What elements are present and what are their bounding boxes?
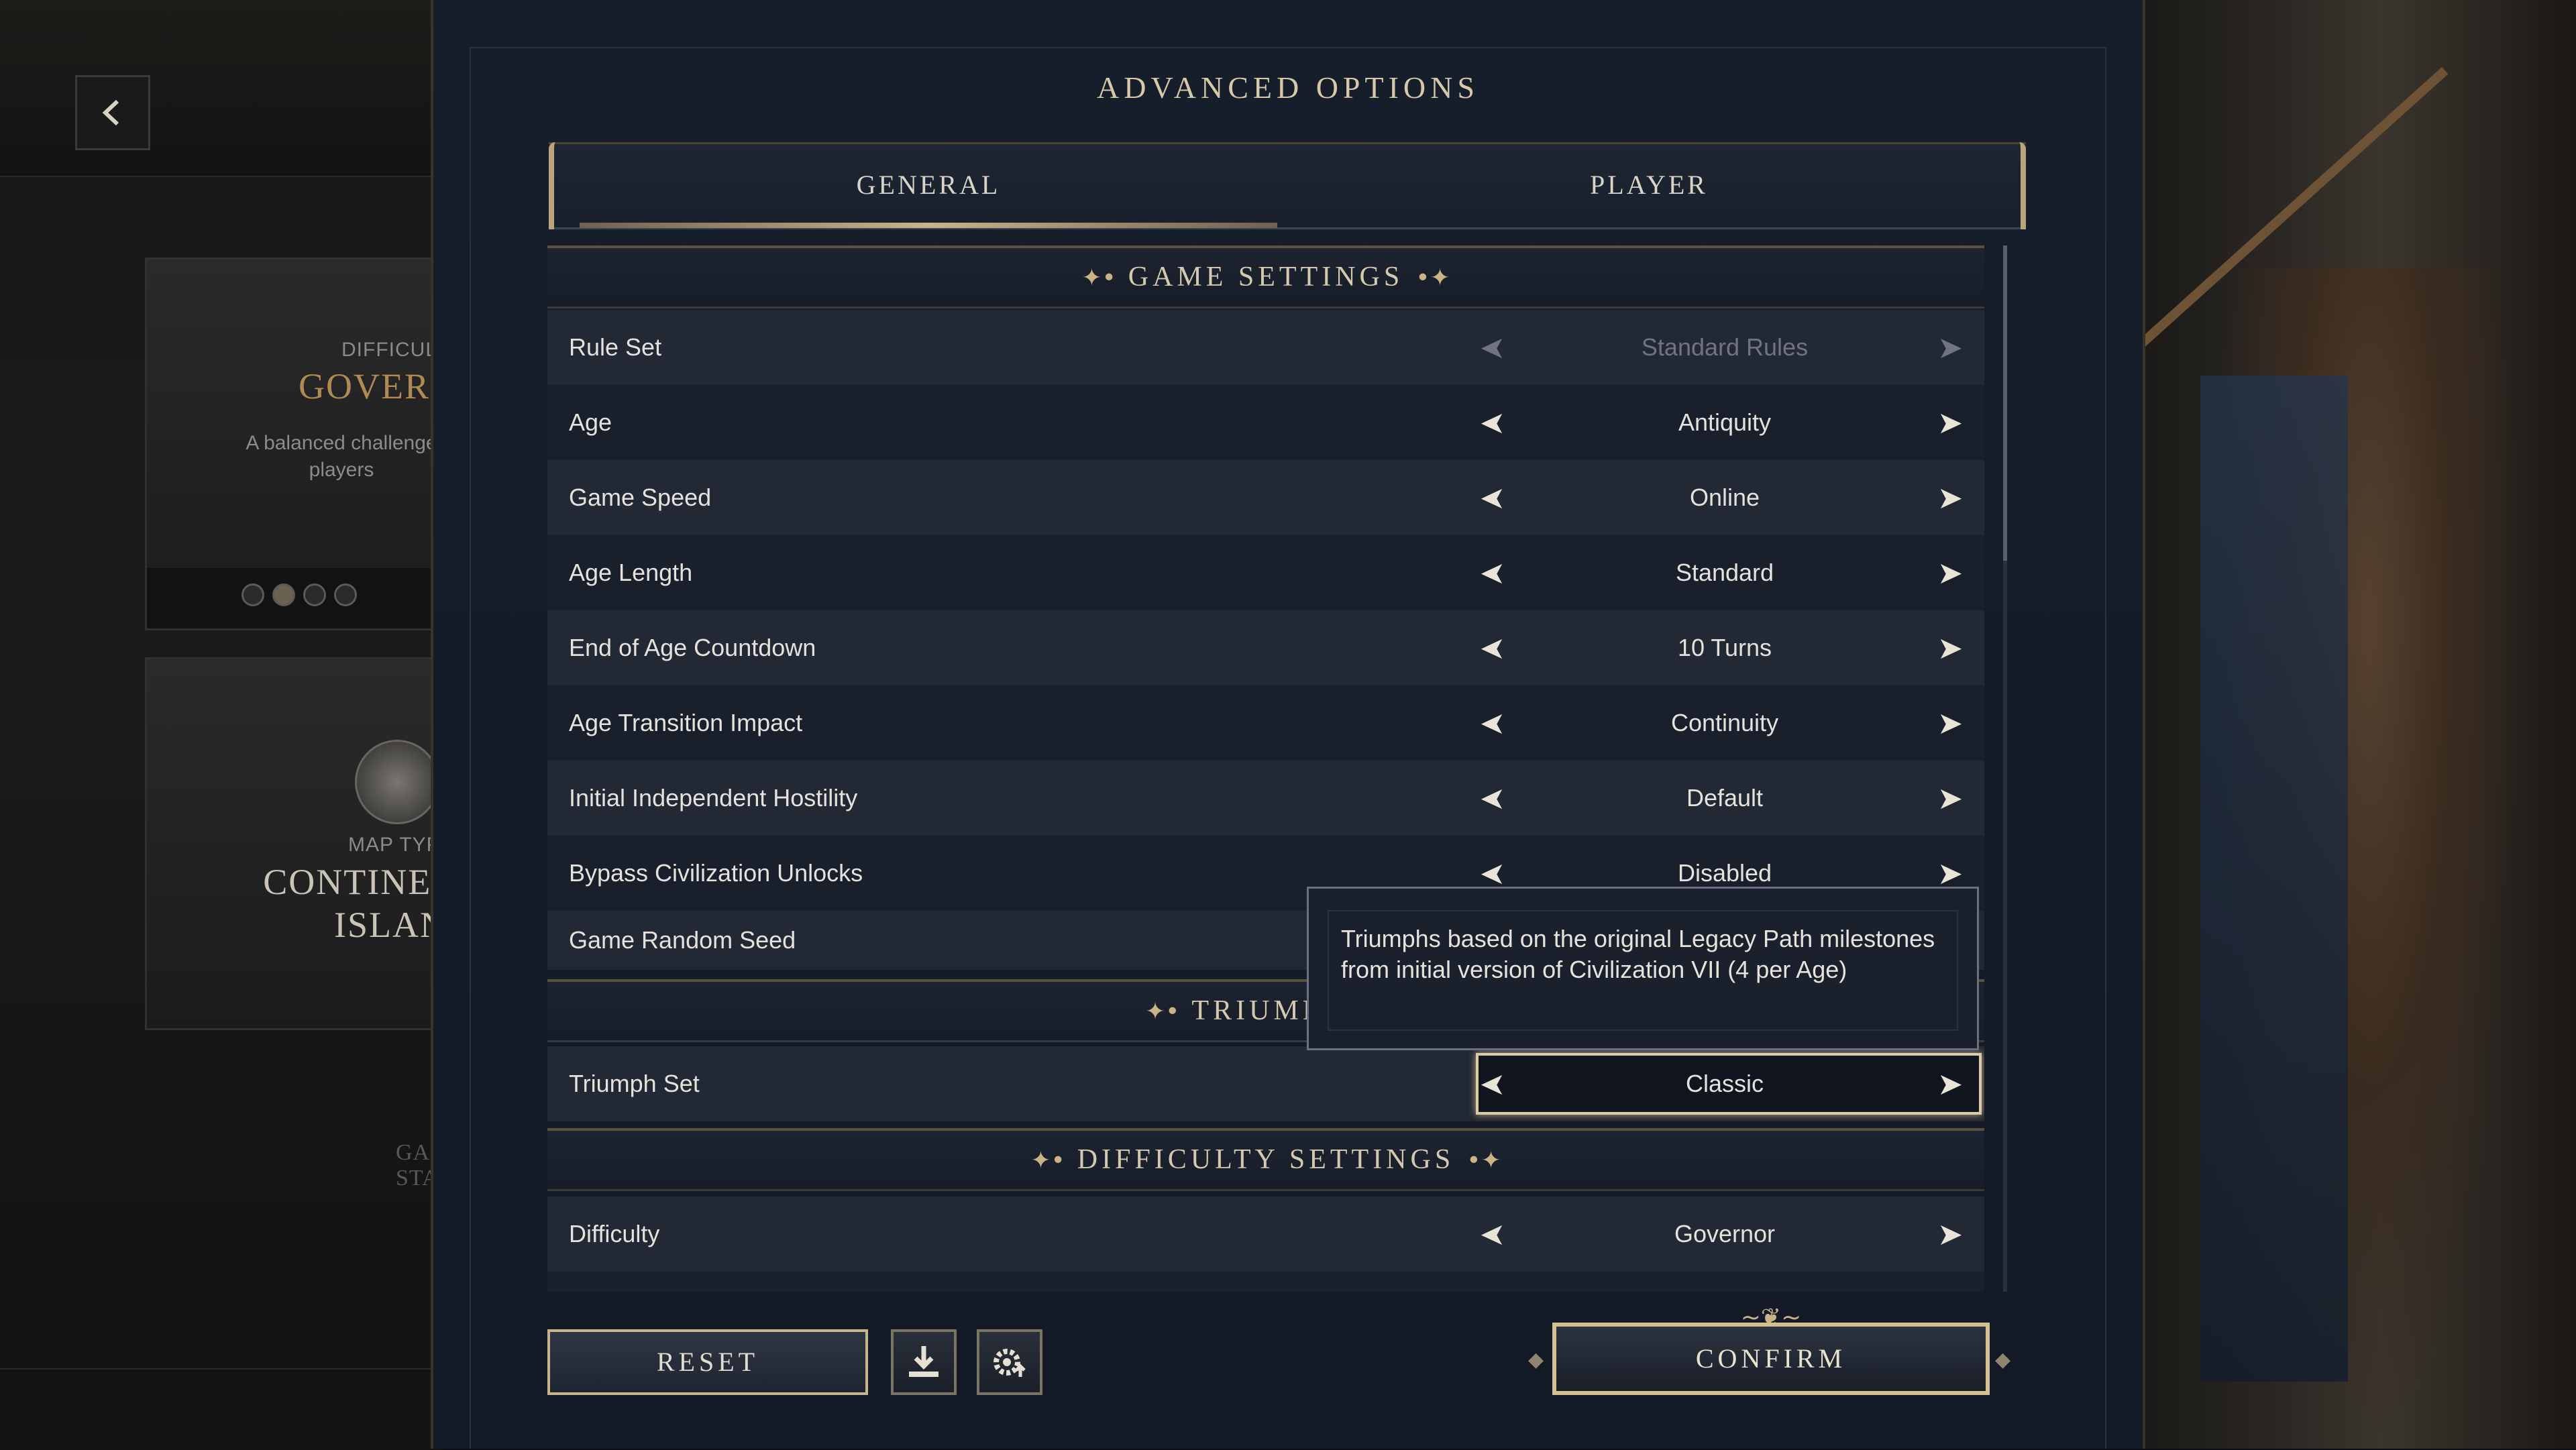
option-row-age-length: Age Length ➤ Standard ➤ bbox=[547, 535, 1984, 610]
arrow-right-icon[interactable]: ➤ bbox=[1933, 1215, 1967, 1253]
dialog-title: ADVANCED OPTIONS bbox=[1097, 70, 1479, 105]
pager-dot[interactable] bbox=[272, 583, 295, 606]
options-list: ✦• GAME SETTINGS •✦ Rule Set ➤ Standard Ru… bbox=[547, 245, 1984, 1292]
scrollbar-thumb[interactable] bbox=[2003, 245, 2007, 561]
option-value: Standard Rules bbox=[1641, 333, 1809, 361]
active-tab-indicator bbox=[580, 223, 1277, 228]
confirm-button[interactable]: CONFIRM bbox=[1552, 1323, 1990, 1395]
section-title: DIFFICULTY SETTINGS bbox=[1077, 1144, 1455, 1175]
download-icon bbox=[909, 1346, 938, 1377]
option-label: Game Random Seed bbox=[569, 926, 796, 954]
option-label: Bypass Civilization Unlocks bbox=[569, 859, 863, 887]
option-label: Game Speed bbox=[569, 484, 712, 511]
diamond-ornament-icon: ◆ bbox=[1528, 1348, 1544, 1372]
ornament-icon: •✦ bbox=[1415, 264, 1450, 292]
option-value: Antiquity bbox=[1678, 408, 1772, 436]
option-row-end-of-age-countdown: End of Age Countdown ➤ 10 Turns ➤ bbox=[547, 610, 1984, 685]
section-header-difficulty-settings: ✦• DIFFICULTY SETTINGS •✦ bbox=[547, 1128, 1984, 1191]
arrow-right-icon[interactable]: ➤ bbox=[1933, 329, 1967, 366]
arrow-right-icon[interactable]: ➤ bbox=[1933, 629, 1967, 667]
option-row-triumph-set: Triumph Set ➤ Classic ➤ bbox=[547, 1046, 1984, 1121]
option-label: Difficulty bbox=[569, 1220, 660, 1247]
option-label: Age Transition Impact bbox=[569, 709, 803, 736]
pager-dot[interactable] bbox=[303, 583, 326, 606]
tab-bar-bracket-left bbox=[549, 142, 566, 229]
option-label: Triumph Set bbox=[569, 1070, 700, 1097]
save-config-button[interactable] bbox=[891, 1329, 957, 1395]
map-type-card[interactable]: MAP TYP CONTINENTS AN ISLANDS bbox=[145, 657, 566, 1030]
pager-dot[interactable] bbox=[241, 583, 264, 606]
tooltip: Triumphs based on the original Legacy Pa… bbox=[1307, 887, 1979, 1050]
ornament-icon: ✦• bbox=[1145, 998, 1180, 1025]
difficulty-card[interactable]: DIFFICUL GOVER A balanced challenge play… bbox=[145, 258, 458, 630]
section-title: GAME SETTINGS bbox=[1128, 262, 1404, 292]
arrow-right-icon[interactable]: ➤ bbox=[1933, 704, 1967, 742]
option-row-initial-independent-hostility: Initial Independent Hostility ➤ Default … bbox=[547, 761, 1984, 836]
option-row-difficulty: Difficulty ➤ Governor ➤ bbox=[547, 1196, 1984, 1272]
load-config-button[interactable] bbox=[977, 1329, 1042, 1395]
option-label: Rule Set bbox=[569, 333, 662, 361]
pager-dot[interactable] bbox=[334, 583, 357, 606]
option-value: Continuity bbox=[1670, 709, 1779, 736]
ornament-icon: ✦• bbox=[1030, 1147, 1065, 1174]
arrow-right-icon[interactable]: ➤ bbox=[1933, 779, 1967, 817]
setup-footer bbox=[0, 1368, 443, 1450]
background-setup-screen: DIFFICUL GOVER A balanced challenge play… bbox=[0, 0, 566, 1450]
tooltip-text: Triumphs based on the original Legacy Pa… bbox=[1341, 925, 1935, 983]
map-type-label: MAP TYP bbox=[348, 834, 441, 856]
option-value: Standard bbox=[1675, 559, 1774, 586]
arrow-right-icon[interactable]: ➤ bbox=[1933, 404, 1967, 441]
option-value: 10 Turns bbox=[1677, 634, 1772, 661]
option-label: Age bbox=[569, 408, 612, 436]
arrow-right-icon[interactable]: ➤ bbox=[1933, 479, 1967, 516]
difficulty-card-title: GOVER bbox=[299, 366, 430, 406]
gear-upload-icon bbox=[994, 1349, 1026, 1377]
leader-cloak bbox=[2200, 376, 2348, 1382]
option-row-age: Age ➤ Antiquity ➤ bbox=[547, 385, 1984, 460]
option-label: Initial Independent Hostility bbox=[569, 784, 858, 812]
arrow-right-icon[interactable]: ➤ bbox=[1933, 1065, 1967, 1103]
difficulty-pager bbox=[241, 583, 357, 606]
option-label: End of Age Countdown bbox=[569, 634, 816, 661]
reset-button[interactable]: RESET bbox=[547, 1329, 868, 1395]
option-value: Governor bbox=[1674, 1220, 1776, 1247]
tab-general[interactable]: GENERAL bbox=[566, 169, 1291, 201]
diamond-ornament-icon: ◆ bbox=[1995, 1348, 2011, 1372]
tab-player[interactable]: PLAYER bbox=[1287, 169, 2011, 201]
ornament-icon: ✦• bbox=[1081, 264, 1116, 292]
option-label: Age Length bbox=[569, 559, 693, 586]
option-value: Default bbox=[1686, 784, 1764, 812]
ornament-icon: •✦ bbox=[1466, 1147, 1501, 1174]
section-header-game-settings: ✦• GAME SETTINGS •✦ bbox=[547, 245, 1984, 309]
option-row-game-speed: Game Speed ➤ Online ➤ bbox=[547, 460, 1984, 535]
option-row-age-transition-impact: Age Transition Impact ➤ Continuity ➤ bbox=[547, 685, 1984, 761]
difficulty-card-label: DIFFICUL bbox=[341, 339, 437, 361]
arrow-right-icon[interactable]: ➤ bbox=[1933, 554, 1967, 592]
option-value: Classic bbox=[1685, 1070, 1764, 1097]
globe-icon bbox=[355, 740, 439, 824]
option-row-partial bbox=[547, 1272, 1984, 1292]
option-row-rule-set: Rule Set ➤ Standard Rules ➤ bbox=[547, 310, 1984, 385]
option-value: Online bbox=[1689, 484, 1760, 511]
